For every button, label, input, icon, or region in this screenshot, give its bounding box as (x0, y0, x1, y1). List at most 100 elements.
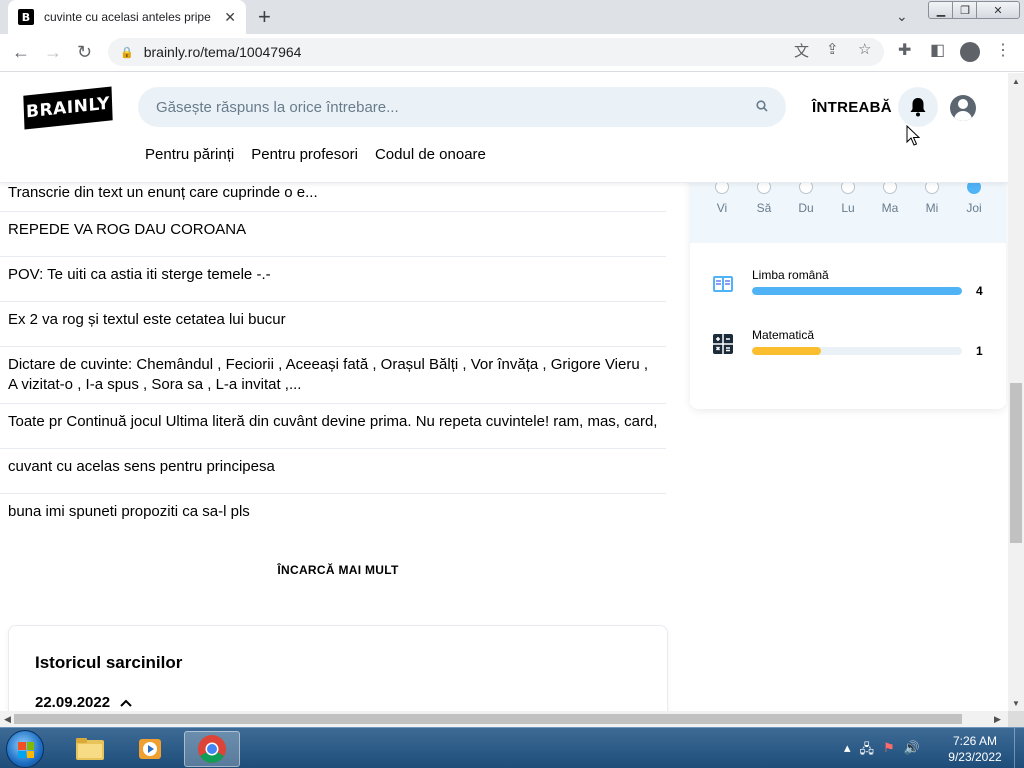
subject-name: Matematică (752, 328, 815, 342)
start-button[interactable] (6, 730, 44, 768)
vertical-scrollbar[interactable]: ▲ ▼ (1008, 73, 1024, 711)
history-date: 22.09.2022 (35, 694, 111, 711)
user-avatar[interactable] (950, 95, 976, 121)
subject-progress-bar (752, 287, 962, 295)
system-tray: ▴ 🖧 ⚑ 🔊 (844, 740, 920, 762)
subnav-link-teachers[interactable]: Pentru profesori (251, 146, 358, 163)
browser-tab[interactable]: B cuvinte cu acelasi anteles pripe ✕ (8, 0, 246, 34)
scroll-right-icon[interactable]: ▶ (994, 714, 1001, 725)
day-label: Vi (716, 201, 728, 215)
logo-text: BRAINLY (25, 93, 111, 123)
day-label: Să (756, 201, 772, 215)
site-header: BRAINLY Găsește răspuns la orice întreba… (0, 73, 1008, 183)
subject-progress-bar (752, 347, 962, 355)
side-panel-icon[interactable]: ◧ (930, 42, 945, 60)
scroll-down-icon[interactable]: ▼ (1012, 699, 1020, 708)
subject-progress-fill (752, 347, 822, 355)
load-more-button[interactable]: ÎNCARCĂ MAI MULT (0, 563, 676, 577)
day-item: Mi (918, 180, 946, 215)
subject-progress-fill (752, 287, 962, 295)
related-questions-list: Transcrie din text un enunț care cuprind… (0, 179, 666, 539)
scrollbar-corner (1008, 711, 1024, 727)
day-item: Ma (876, 180, 904, 215)
reload-icon[interactable]: ↻ (77, 42, 92, 62)
list-item[interactable]: Dictare de cuvinte: Chemândul , Feciorii… (0, 347, 666, 404)
day-item: Du (792, 180, 820, 215)
history-title: Istoricul sarcinilor (35, 653, 183, 672)
taskbar-media-player[interactable] (122, 731, 178, 767)
url-text[interactable]: brainly.ro/tema/10047964 (144, 44, 302, 60)
scroll-left-icon[interactable]: ◀ (4, 714, 11, 725)
windows-logo-icon (18, 742, 34, 758)
vertical-scroll-thumb[interactable] (1010, 383, 1022, 543)
search-icon[interactable] (756, 99, 768, 115)
day-label: Mi (925, 201, 939, 215)
book-icon (713, 276, 733, 292)
list-item[interactable]: Ex 2 va rog și textul este cetatea lui b… (0, 302, 666, 347)
subnav-link-parents[interactable]: Pentru părinți (145, 146, 234, 163)
browser-titlebar: B cuvinte cu acelasi anteles pripe ✕ + ⌄… (0, 0, 1024, 34)
list-item[interactable]: POV: Te uiti ca astia iti sterge temele … (0, 257, 666, 302)
search-bar[interactable]: Găsește răspuns la orice întrebare... (138, 87, 786, 127)
list-item[interactable]: buna imi spuneti propoziti ca sa-l pls (0, 494, 666, 539)
taskbar-chrome[interactable] (184, 731, 240, 767)
volume-icon[interactable]: 🔊 (904, 740, 920, 762)
calculator-icon (713, 334, 733, 354)
show-desktop-button[interactable] (1014, 728, 1024, 768)
day-label: Ma (881, 201, 899, 215)
new-tab-icon[interactable]: + (258, 6, 271, 28)
day-label: Du (798, 201, 814, 215)
taskbar-clock[interactable]: 7:26 AM 9/23/2022 (938, 733, 1012, 765)
close-window-button[interactable]: ✕ (976, 1, 1020, 19)
brainly-logo[interactable]: BRAINLY (23, 86, 113, 130)
subnav-link-honor-code[interactable]: Codul de onoare (375, 146, 486, 163)
address-bar[interactable]: 🔒 brainly.ro/tema/10047964 (108, 38, 884, 66)
back-arrow-icon[interactable]: ← (12, 42, 30, 62)
forward-arrow-icon[interactable]: → (44, 42, 62, 62)
tray-expand-icon[interactable]: ▴ (844, 740, 851, 762)
chrome-menu-icon[interactable]: ⋮ (995, 42, 1011, 60)
list-item[interactable]: REPEDE VA ROG DAU COROANA (0, 212, 666, 257)
day-item: Vi (708, 180, 736, 215)
network-icon[interactable]: 🖧 (860, 740, 875, 762)
subject-row-romanian[interactable]: Limba română 4 (712, 268, 992, 303)
media-player-icon (139, 739, 161, 759)
subject-count: 4 (976, 284, 983, 298)
translate-icon[interactable]: 文 (794, 40, 809, 61)
action-center-icon[interactable]: ⚑ (883, 740, 895, 762)
list-item[interactable]: Transcrie din text un enunț care cuprind… (0, 179, 666, 212)
ask-question-button[interactable]: ÎNTREABĂ (812, 99, 892, 116)
day-item: Lu (834, 180, 862, 215)
tab-search-icon[interactable]: ⌄ (896, 8, 908, 25)
browser-profile-icon[interactable] (960, 42, 980, 62)
minimize-button[interactable]: ▁ (928, 1, 954, 19)
list-item[interactable]: cuvant cu acelas sens pentru principesa (0, 449, 666, 494)
horizontal-scrollbar[interactable]: ◀ ▶ (0, 711, 1008, 727)
task-history-card: Istoricul sarcinilor 22.09.2022 (8, 625, 668, 711)
day-label: Joi (966, 201, 982, 215)
clock-date: 9/23/2022 (948, 750, 1002, 764)
day-item: Joi (960, 180, 988, 215)
subject-count: 1 (976, 344, 983, 358)
day-label: Lu (841, 201, 855, 215)
extensions-puzzle-icon[interactable]: ✚ (898, 42, 911, 60)
restore-button[interactable]: ❐ (952, 1, 978, 19)
day-item: Să (750, 180, 778, 215)
lock-icon: 🔒 (120, 46, 134, 59)
horizontal-scroll-thumb[interactable] (14, 714, 962, 724)
share-icon[interactable]: ⇪ (826, 40, 839, 58)
folder-icon (76, 738, 104, 760)
chrome-icon (198, 735, 226, 763)
tab-title: cuvinte cu acelasi anteles pripe (44, 10, 211, 24)
bookmark-star-icon[interactable]: ☆ (858, 40, 871, 58)
subject-row-math[interactable]: Matematică 1 (712, 328, 992, 363)
list-item[interactable]: Toate pr Continuă jocul Ultima literă di… (0, 404, 666, 449)
scroll-up-icon[interactable]: ▲ (1012, 77, 1020, 86)
bell-icon (910, 98, 926, 117)
history-date-toggle[interactable]: 22.09.2022 (35, 694, 132, 711)
notifications-button[interactable] (898, 87, 938, 127)
taskbar-explorer[interactable] (62, 731, 118, 767)
subject-name: Limba română (752, 268, 829, 282)
search-input[interactable]: Găsește răspuns la orice întrebare... (156, 99, 756, 116)
tab-close-icon[interactable]: ✕ (224, 10, 236, 24)
